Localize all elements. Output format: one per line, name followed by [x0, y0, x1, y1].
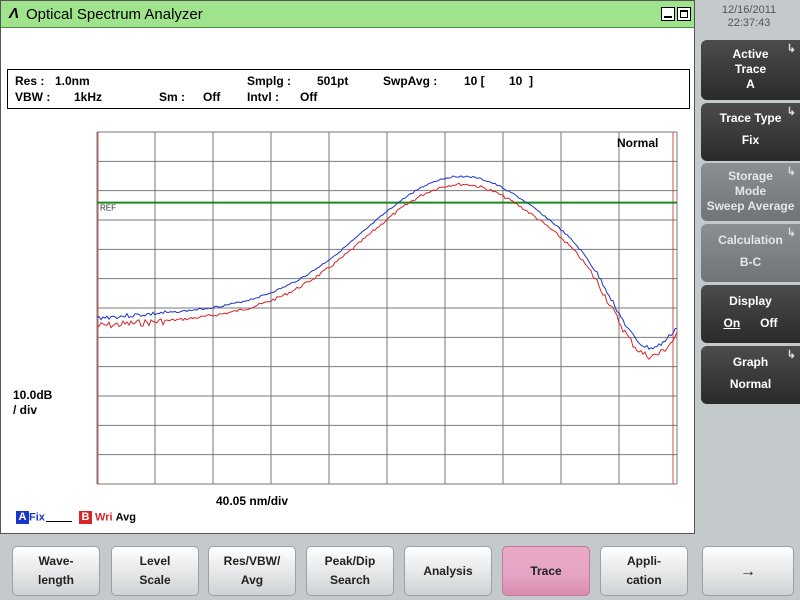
key-level-scale[interactable]: Level Scale: [111, 546, 199, 596]
key-label: Avg: [240, 573, 264, 587]
key-label: Trace: [530, 563, 562, 578]
submenu-arrow-icon: ↳: [786, 106, 796, 118]
softkey-label: Trace Type: [719, 111, 782, 125]
x-scale-label: 40.05 nm/div: [216, 494, 289, 508]
submenu-arrow-icon: ↳: [786, 166, 796, 178]
clock-time: 22:37:43: [727, 17, 771, 29]
swpavg-value: 10 [: [464, 74, 485, 88]
softkey-value: A: [746, 77, 755, 91]
smplg-label: Smplg :: [247, 74, 291, 88]
key-res-vbw-avg[interactable]: Res/VBW/ Avg: [208, 546, 296, 596]
softkey-value: Fix: [741, 133, 760, 147]
softkey-value: B-C: [739, 255, 762, 269]
softkey-value: Sweep Average: [706, 199, 795, 213]
minimize-button[interactable]: [661, 7, 675, 21]
ref-label: REF: [100, 204, 116, 213]
softkey-active-trace[interactable]: ↳ Active Trace A: [701, 40, 800, 100]
app-logo-icon: Λ: [9, 5, 20, 22]
y-scale-label: 10.0dB / div: [13, 388, 52, 418]
softkey-display[interactable]: Display On Off: [701, 285, 800, 343]
clock: 12/16/2011 22:37:43: [698, 4, 800, 30]
softkey-value: Normal: [729, 377, 772, 391]
res-value: 1.0nm: [55, 74, 90, 88]
softkey-label: Graph: [732, 355, 769, 369]
submenu-arrow-icon: ↳: [786, 227, 796, 239]
intvl-label: Intvl :: [247, 90, 279, 104]
trace-b-avg: Avg: [115, 511, 136, 524]
spectrum-graph[interactable]: REF: [0, 120, 695, 490]
intvl-value: Off: [300, 90, 318, 104]
display-off-option: Off: [760, 316, 778, 330]
softkey-trace-type[interactable]: ↳ Trace Type Fix: [701, 103, 800, 161]
y-scale-value: 10.0dB: [13, 388, 53, 402]
softkey-label: Storage: [728, 169, 773, 183]
softkey-label: Display: [729, 294, 772, 308]
trace-a-badge: A: [16, 511, 29, 524]
key-next-page[interactable]: →: [702, 546, 794, 596]
key-label: cation: [626, 573, 662, 587]
key-trace[interactable]: Trace: [502, 546, 590, 596]
swpavg-count: 10: [509, 74, 523, 88]
graph-grid: [96, 131, 678, 485]
softkey-label: Active: [732, 47, 769, 61]
softkey-calculation[interactable]: ↳ Calculation B-C: [701, 224, 800, 282]
key-label: length: [38, 573, 74, 587]
softkey-label: Calculation: [718, 233, 783, 247]
graph-mode-label: Normal: [617, 136, 659, 150]
key-label: Peak/Dip: [324, 554, 376, 568]
sm-value: Off: [203, 90, 221, 104]
trace-legend: A Fix B Wri Avg: [16, 511, 136, 527]
key-analysis[interactable]: Analysis: [404, 546, 492, 596]
sm-label: Sm :: [159, 90, 186, 104]
clock-date: 12/16/2011: [721, 4, 777, 16]
key-label: Appli-: [627, 554, 661, 568]
parameter-panel: Res : 1.0nm VBW : 1kHz Sm : Off Smplg : …: [7, 69, 690, 109]
arrow-right-icon: →: [740, 562, 756, 580]
softkey-graph[interactable]: ↳ Graph Normal: [701, 346, 800, 404]
y-scale-unit: / div: [13, 403, 38, 417]
key-label: Res/VBW/: [223, 554, 281, 568]
key-application[interactable]: Appli- cation: [600, 546, 688, 596]
res-label: Res :: [15, 74, 45, 88]
softkey-label: Mode: [734, 184, 767, 198]
softkey-label: Trace: [734, 62, 767, 76]
trace-a-underline: [45, 521, 72, 522]
key-wavelength[interactable]: Wave- length: [12, 546, 100, 596]
trace-a-mode: Fix: [29, 511, 45, 524]
key-label: Scale: [139, 573, 171, 587]
smplg-value: 501pt: [317, 74, 349, 88]
key-label: Search: [329, 573, 371, 587]
key-label: Analysis: [423, 563, 473, 578]
title-bar: Λ Optical Spectrum Analyzer: [1, 1, 694, 28]
display-on-option: On: [723, 316, 741, 330]
vbw-value: 1kHz: [74, 90, 103, 104]
key-label: Wave-: [38, 554, 74, 568]
key-label: Level: [139, 554, 171, 568]
trace-b-mode: Wri: [95, 511, 113, 524]
softkey-storage-mode[interactable]: ↳ Storage Mode Sweep Average: [701, 163, 800, 221]
window-title: Optical Spectrum Analyzer: [26, 6, 203, 23]
swpavg-close: ]: [529, 74, 533, 88]
restore-button[interactable]: [677, 7, 691, 21]
submenu-arrow-icon: ↳: [786, 43, 796, 55]
trace-b-badge: B: [78, 511, 92, 524]
key-peak-dip-search[interactable]: Peak/Dip Search: [306, 546, 394, 596]
swpavg-label: SwpAvg :: [383, 74, 438, 88]
submenu-arrow-icon: ↳: [786, 349, 796, 361]
vbw-label: VBW :: [15, 90, 51, 104]
